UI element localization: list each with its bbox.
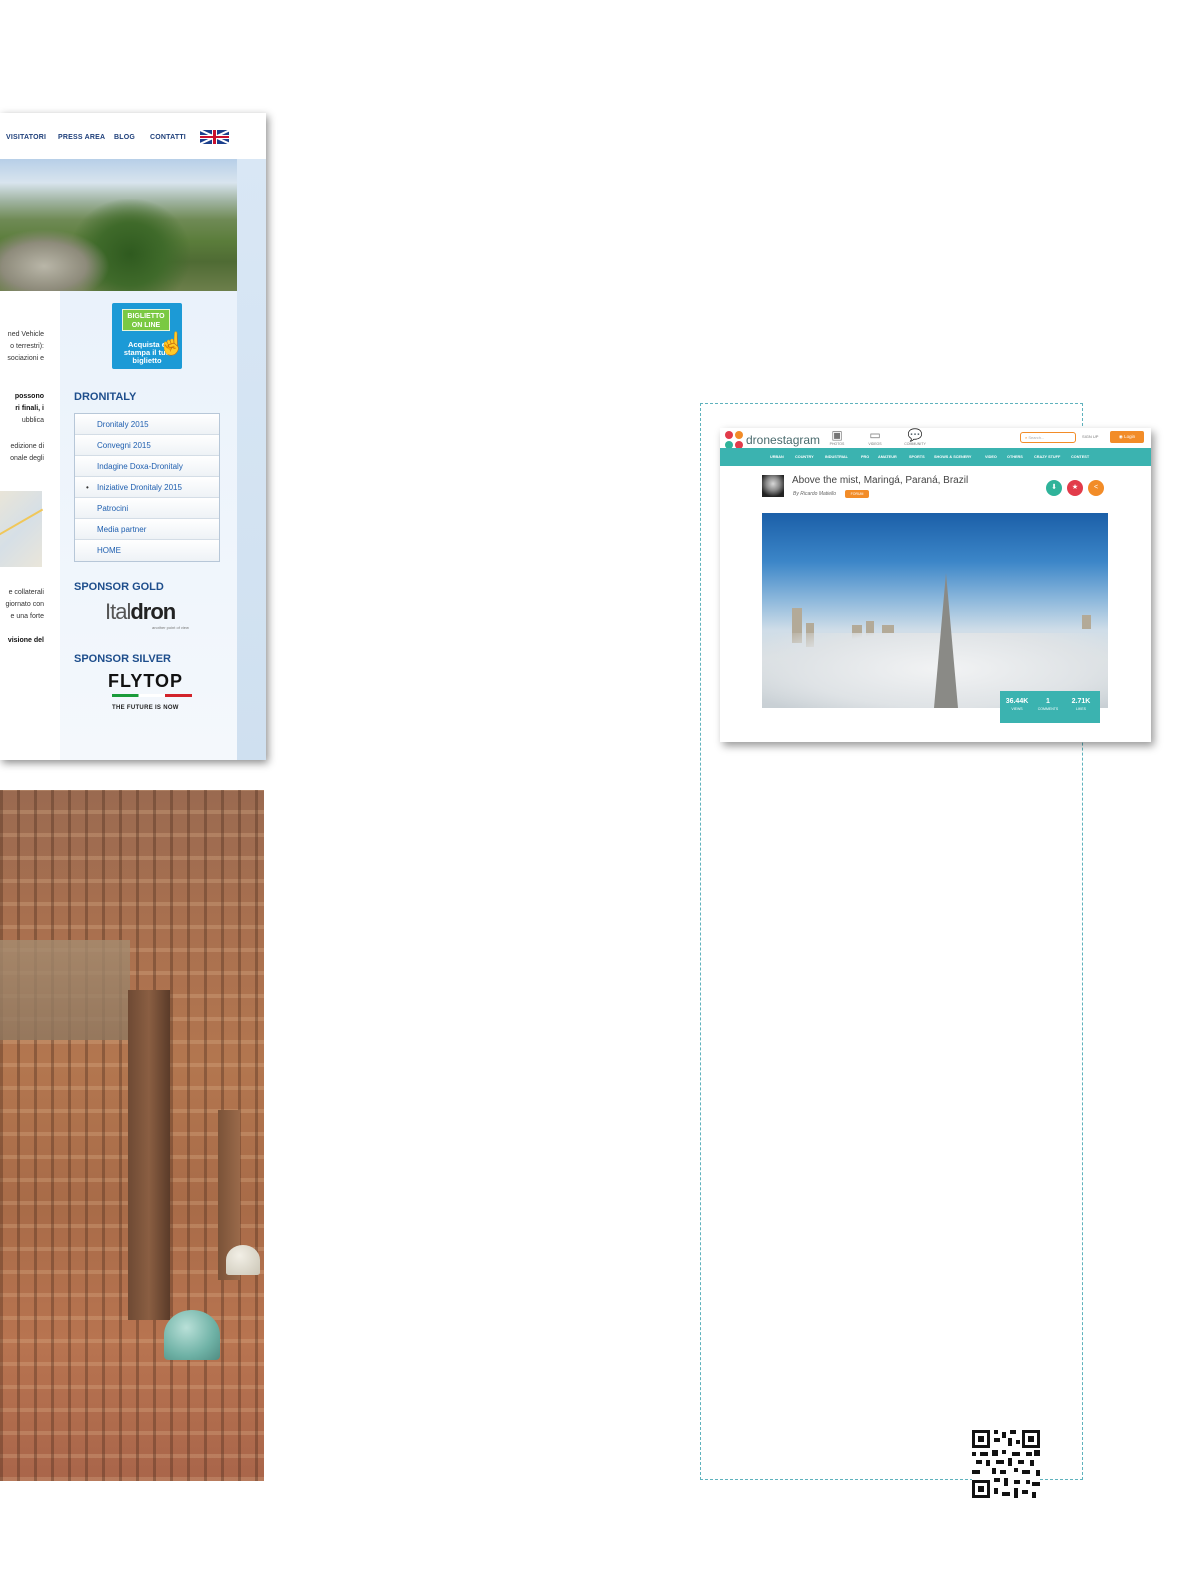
aerial-mist-photo[interactable] [762,513,1108,708]
menu-item-iniziative-2015[interactable]: • Iniziative Dronitaly 2015 [75,477,219,498]
content-line: e collaterali [8,589,44,596]
content-line: onale degli [10,455,44,462]
nav-press-area[interactable]: PRESS AREA [58,134,105,141]
hero-landscape-image [0,159,237,291]
signup-link[interactable]: SIGN UP [1082,434,1098,439]
ticket-banner-title: BIGLIETTO ON LINE [122,309,170,331]
category-others[interactable]: OTHERS [1007,448,1023,466]
uk-flag-icon[interactable] [200,130,229,144]
nav-contatti[interactable]: CONTATTI [150,134,186,141]
dronestagram-logo-icon[interactable] [725,431,743,449]
category-contest[interactable]: CONTEST [1071,448,1089,466]
stat-comments: 1 COMMENTS [1037,698,1059,711]
menu-item-media-partner[interactable]: Media partner [75,519,219,540]
site-sidebar: BIGLIETTO ON LINE Acquista e stampa il t… [60,291,237,760]
post-byline[interactable]: By Ricardo Matiello [793,491,836,497]
content-line: ned Vehicle [7,331,44,338]
qr-code-icon[interactable] [972,1430,1040,1498]
video-icon: ▭ [869,428,881,442]
italdron-logo[interactable]: Italdron another point of view [105,599,205,633]
section-title-sponsor-gold: SPONSOR GOLD [74,581,164,593]
share-icon[interactable]: < [1088,480,1104,496]
content-line: possono [14,393,44,400]
content-line: ubblica [21,417,44,424]
bologna-aerial-photo [0,790,264,1481]
section-title-sponsor-silver: SPONSOR SILVER [74,653,171,665]
category-amateur[interactable]: AMATEUR [878,448,897,466]
search-input[interactable]: ⌕ Search... [1020,432,1076,443]
camera-icon: ▣ [831,428,843,442]
site-top-nav: VISITATORI PRESS AREA BLOG CONTATTI [0,113,266,158]
nav-videos[interactable]: ▭ VIDEOS [858,428,892,446]
nav-photos[interactable]: ▣ PHOTOS [820,428,854,446]
content-line: sociazioni e [7,355,44,362]
menu-item-indagine-doxa[interactable]: Indagine Doxa-Dronitaly [75,456,219,477]
menu-item-dronitaly-2015[interactable]: Dronitaly 2015 [75,414,219,435]
category-video[interactable]: VIDEO [985,448,997,466]
avatar[interactable] [762,475,784,497]
category-crazy-stuff[interactable]: CRAZY STUFF [1034,448,1060,466]
category-urban[interactable]: URBAN [770,448,784,466]
dronitaly-site-screenshot: VISITATORI PRESS AREA BLOG CONTATTI ned … [0,113,266,760]
content-line: visione del [7,637,44,644]
content-line: ri finali, i [15,405,44,412]
category-bar: URBAN COUNTRY INDUSTRIAL PRO AMATEUR SPO… [720,448,1151,466]
content-line: edizione di [10,443,44,450]
menu-item-convegni-2015[interactable]: Convegni 2015 [75,435,219,456]
bullet-icon: • [86,483,89,492]
menu-item-patrocini[interactable]: Patrocini [75,498,219,519]
cathedral-spire [934,573,958,708]
nav-visitatori[interactable]: VISITATORI [6,134,46,141]
category-sports[interactable]: SPORTS [909,448,925,466]
dronestagram-screenshot: dronestagram ▣ PHOTOS ▭ VIDEOS 💬 COMMUNI… [720,428,1151,742]
map-thumbnail[interactable] [0,491,44,567]
post-stats: 36.44K VIEWS 1 COMMENTS 2.71K LIKES [1000,691,1100,723]
category-industrial[interactable]: INDUSTRIAL [825,448,848,466]
category-pro[interactable]: PRO [861,448,869,466]
favorite-icon[interactable]: ★ [1067,480,1083,496]
pointer-hand-icon: ☝ [158,331,186,356]
site-right-gutter [237,159,266,760]
stat-likes: 2.71K LIKES [1071,698,1091,711]
category-country[interactable]: COUNTRY [795,448,814,466]
forum-badge[interactable]: FORUM [845,490,869,498]
menu-item-home[interactable]: HOME [75,540,219,561]
flytop-logo[interactable]: FLYTOP THE FUTURE IS NOW [108,671,208,721]
nav-blog[interactable]: BLOG [114,134,135,141]
stat-views: 36.44K VIEWS [1005,698,1029,711]
nav-community[interactable]: 💬 COMMUNITY [898,428,932,446]
chat-icon: 💬 [907,428,923,442]
content-line: e una forte [10,613,44,620]
login-button[interactable]: ◉ Login [1110,431,1144,443]
article-content: ned Vehicle o terrestri): sociazioni e p… [0,291,60,760]
dronestagram-logo-text[interactable]: dronestagram [746,433,820,447]
content-line: giornato con [5,601,44,608]
category-shows-scenery[interactable]: SHOWS & SCENERY [934,448,971,466]
ticket-online-banner[interactable]: BIGLIETTO ON LINE Acquista e stampa il t… [112,303,186,369]
download-icon[interactable]: ⬇ [1046,480,1062,496]
dronitaly-menu: Dronitaly 2015 Convegni 2015 Indagine Do… [74,413,220,562]
post-title: Above the mist, Maringá, Paraná, Brazil [792,475,969,486]
content-line: o terrestri): [10,343,44,350]
section-title-dronitaly: DRONITALY [74,391,137,403]
